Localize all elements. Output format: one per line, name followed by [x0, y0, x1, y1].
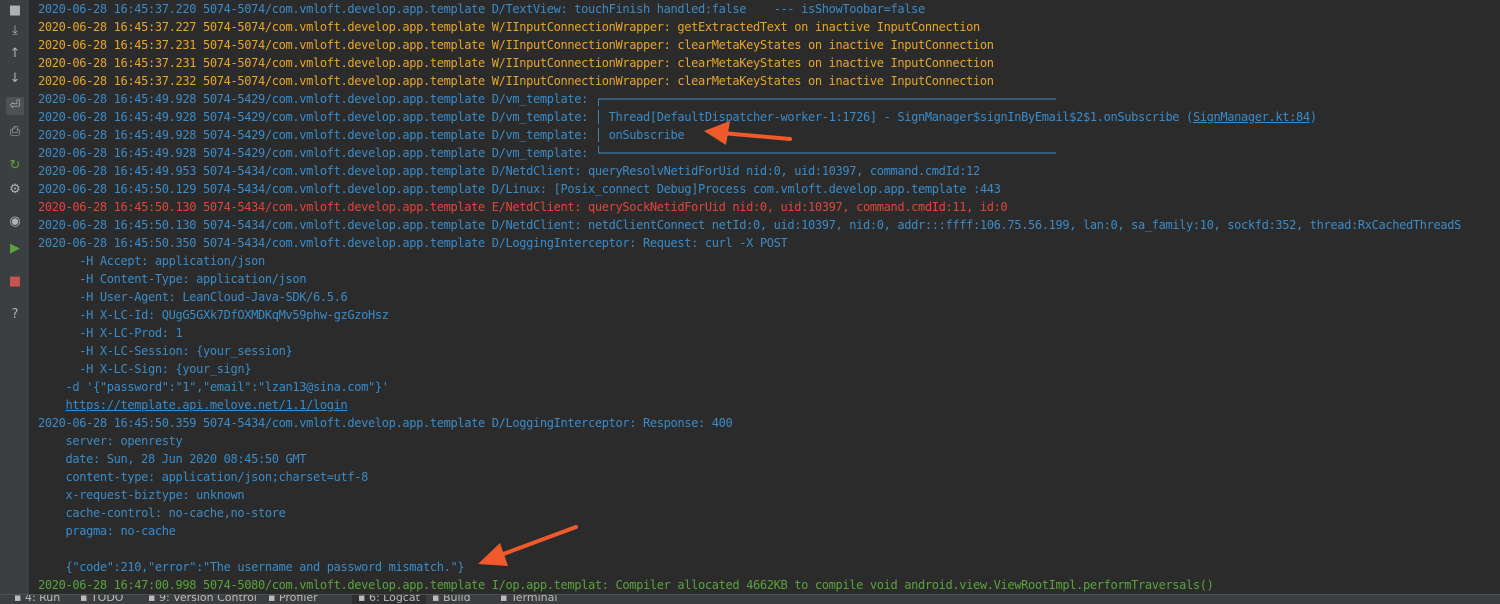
log-line-link[interactable]: https://template.api.melove.net/1.1/logi… [66, 398, 348, 412]
log-line-text: 2020-06-28 16:45:50.130 5074-5434/com.vm… [38, 200, 1008, 214]
log-line: -H X-LC-Prod: 1 [38, 324, 1500, 342]
log-line: {"code":210,"error":"The username and pa… [38, 558, 1500, 576]
restart-icon[interactable]: ↻ [6, 157, 24, 175]
log-line-text: 2020-06-28 16:45:49.928 5074-5429/com.vm… [38, 146, 1056, 160]
log-line-text: 2020-06-28 16:45:50.130 5074-5434/com.vm… [38, 218, 1462, 232]
log-line-text: content-type: application/json;charset=u… [38, 470, 368, 484]
print-icon[interactable]: ⎙ [6, 123, 24, 141]
log-line: -H Content-Type: application/json [38, 270, 1500, 288]
log-line: -H Accept: application/json [38, 252, 1500, 270]
log-line-text: -H X-LC-Sign: {your_sign} [38, 362, 252, 376]
log-line: 2020-06-28 16:45:50.130 5074-5434/com.vm… [38, 216, 1500, 234]
screen-record-icon[interactable]: ▶ [6, 240, 24, 258]
log-line: 2020-06-28 16:45:50.359 5074-5434/com.vm… [38, 414, 1500, 432]
log-line-text: -d '{"password":"1","email":"lzan13@sina… [38, 380, 389, 394]
log-line-text: 2020-06-28 16:45:49.953 5074-5434/com.vm… [38, 164, 980, 178]
log-line-text: date: Sun, 28 Jun 2020 08:45:50 GMT [38, 452, 307, 466]
stop-icon[interactable]: ■ [6, 2, 24, 20]
log-line-text: 2020-06-28 16:45:50.129 5074-5434/com.vm… [38, 182, 1001, 196]
log-line-text: -H Accept: application/json [38, 254, 265, 268]
log-line-text [38, 398, 66, 412]
logcat-side-toolbar: ■ ⤓ ↑ ↓ ⏎ ⎙ ↻ ⚙ ◉ ▶ ■? [0, 0, 30, 603]
settings-icon[interactable]: ⚙ [6, 181, 24, 199]
log-line: -H User-Agent: LeanCloud-Java-SDK/6.5.6 [38, 288, 1500, 306]
log-line: 2020-06-28 16:45:37.231 5074-5074/com.vm… [38, 54, 1500, 72]
log-line: -H X-LC-Id: QUgG5GXk7DfOXMDKqMv59phw-gzG… [38, 306, 1500, 324]
log-line-text: 2020-06-28 16:45:50.359 5074-5434/com.vm… [38, 416, 733, 430]
log-line: 2020-06-28 16:45:49.928 5074-5429/com.vm… [38, 108, 1500, 126]
log-line: 2020-06-28 16:45:49.953 5074-5434/com.vm… [38, 162, 1500, 180]
log-line-text: -H X-LC-Id: QUgG5GXk7DfOXMDKqMv59phw-gzG… [38, 308, 389, 322]
log-line: 2020-06-28 16:45:49.928 5074-5429/com.vm… [38, 90, 1500, 108]
help-icon[interactable]: ? [6, 306, 24, 324]
log-line-text: 2020-06-28 16:45:37.231 5074-5074/com.vm… [38, 38, 994, 52]
log-line: content-type: application/json;charset=u… [38, 468, 1500, 486]
log-line-text: {"code":210,"error":"The username and pa… [38, 560, 465, 574]
log-line: 2020-06-28 16:45:37.227 5074-5074/com.vm… [38, 18, 1500, 36]
scroll-to-end-icon[interactable]: ⤓ [6, 22, 24, 40]
camera-icon[interactable]: ◉ [6, 213, 24, 231]
log-line: cache-control: no-cache,no-store [38, 504, 1500, 522]
log-line-text: 2020-06-28 16:45:37.227 5074-5074/com.vm… [38, 20, 980, 34]
log-line-link[interactable]: SignManager.kt:84 [1193, 110, 1310, 124]
log-line: 2020-06-28 16:45:37.231 5074-5074/com.vm… [38, 36, 1500, 54]
down-arrow-icon[interactable]: ↓ [6, 70, 24, 88]
log-line-text: -H Content-Type: application/json [38, 272, 307, 286]
log-line-text: 2020-06-28 16:45:37.231 5074-5074/com.vm… [38, 56, 994, 70]
log-line-suffix: ) [1309, 110, 1317, 124]
log-line-text: 2020-06-28 16:45:49.928 5074-5429/com.vm… [38, 110, 1193, 124]
stop-record-icon[interactable]: ■ [6, 273, 24, 291]
logcat-output[interactable]: 2020-06-28 16:45:37.220 5074-5074/com.vm… [38, 0, 1500, 594]
log-line-text: cache-control: no-cache,no-store [38, 506, 286, 520]
log-line: 2020-06-28 16:45:50.350 5074-5434/com.vm… [38, 234, 1500, 252]
up-arrow-icon[interactable]: ↑ [6, 45, 24, 63]
soft-wrap-icon[interactable]: ⏎ [6, 97, 24, 115]
log-line: -H X-LC-Sign: {your_sign} [38, 360, 1500, 378]
log-line: 2020-06-28 16:45:37.232 5074-5074/com.vm… [38, 72, 1500, 90]
log-line-text: server: openresty [38, 434, 183, 448]
log-line: 2020-06-28 16:45:49.928 5074-5429/com.vm… [38, 126, 1500, 144]
log-line-text: -H X-LC-Session: {your_session} [38, 344, 293, 358]
log-line: -H X-LC-Session: {your_session} [38, 342, 1500, 360]
log-line: -d '{"password":"1","email":"lzan13@sina… [38, 378, 1500, 396]
log-line-text: -H X-LC-Prod: 1 [38, 326, 183, 340]
log-line: date: Sun, 28 Jun 2020 08:45:50 GMT [38, 450, 1500, 468]
log-line-text: x-request-biztype: unknown [38, 488, 245, 502]
log-line: 2020-06-28 16:47:00.998 5074-5080/com.vm… [38, 576, 1500, 594]
log-line: https://template.api.melove.net/1.1/logi… [38, 396, 1500, 414]
log-line-text: 2020-06-28 16:45:37.220 5074-5074/com.vm… [38, 2, 925, 16]
log-line: 2020-06-28 16:45:49.928 5074-5429/com.vm… [38, 144, 1500, 162]
log-line-text: 2020-06-28 16:45:49.928 5074-5429/com.vm… [38, 128, 685, 142]
log-line: x-request-biztype: unknown [38, 486, 1500, 504]
log-line-text: 2020-06-28 16:45:50.350 5074-5434/com.vm… [38, 236, 788, 250]
log-line: 2020-06-28 16:45:50.129 5074-5434/com.vm… [38, 180, 1500, 198]
log-line: 2020-06-28 16:45:50.130 5074-5434/com.vm… [38, 198, 1500, 216]
log-line-text: 2020-06-28 16:45:49.928 5074-5429/com.vm… [38, 92, 1056, 106]
log-line: pragma: no-cache [38, 522, 1500, 540]
log-line-text: pragma: no-cache [38, 524, 176, 538]
log-line: 2020-06-28 16:45:37.220 5074-5074/com.vm… [38, 0, 1500, 18]
log-line-text: -H User-Agent: LeanCloud-Java-SDK/6.5.6 [38, 290, 348, 304]
log-line-text: 2020-06-28 16:45:37.232 5074-5074/com.vm… [38, 74, 994, 88]
log-line-text: 2020-06-28 16:47:00.998 5074-5080/com.vm… [38, 578, 1214, 592]
log-line: server: openresty [38, 432, 1500, 450]
